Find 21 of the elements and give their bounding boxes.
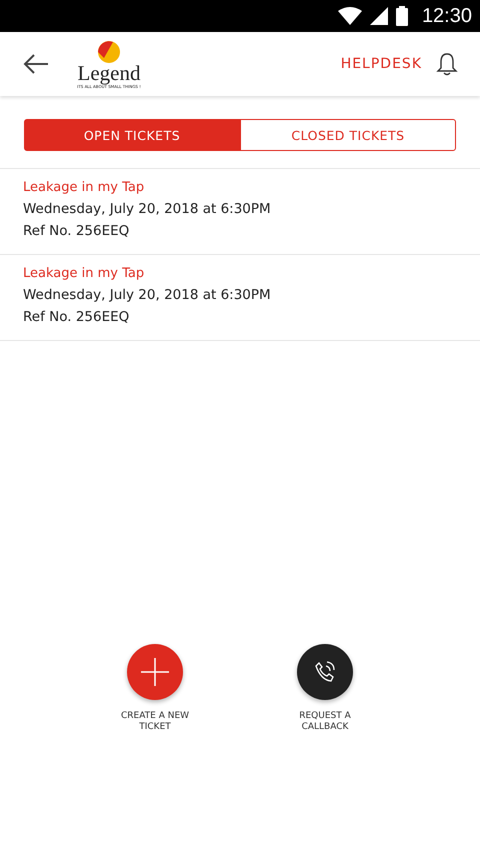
action-label: CREATE A NEW TICKET: [120, 711, 190, 733]
ticket-date: Wednesday, July 20, 2018 at 6:30PM: [23, 200, 272, 219]
wifi-icon: [338, 7, 362, 25]
ticket-title[interactable]: Leakage in my Tap: [23, 179, 457, 197]
battery-icon: [396, 6, 408, 26]
action-label: REQUEST A CALLBACK: [298, 711, 352, 733]
bell-icon[interactable]: [436, 52, 458, 76]
ticket-ref: Ref No. 256EEQ: [23, 222, 130, 241]
status-time: 12:30: [422, 4, 472, 28]
ticket-tab[interactable]: CLOSED TICKETS: [240, 119, 456, 151]
signal-icon: [370, 7, 388, 25]
plus-icon: [141, 658, 169, 686]
ticket-date: Wednesday, July 20, 2018 at 6:30PM: [23, 286, 272, 305]
callback-button[interactable]: [297, 644, 353, 700]
ticket-tab[interactable]: OPEN TICKETS: [24, 119, 240, 151]
phone-icon: [313, 660, 337, 684]
create-ticket-button[interactable]: [127, 644, 183, 700]
back-arrow-icon[interactable]: [23, 54, 49, 74]
ticket-title[interactable]: Leakage in my Tap: [23, 265, 457, 283]
helpdesk-link[interactable]: HELPDESK: [340, 56, 422, 72]
ticket-ref: Ref No. 256EEQ: [23, 308, 130, 327]
